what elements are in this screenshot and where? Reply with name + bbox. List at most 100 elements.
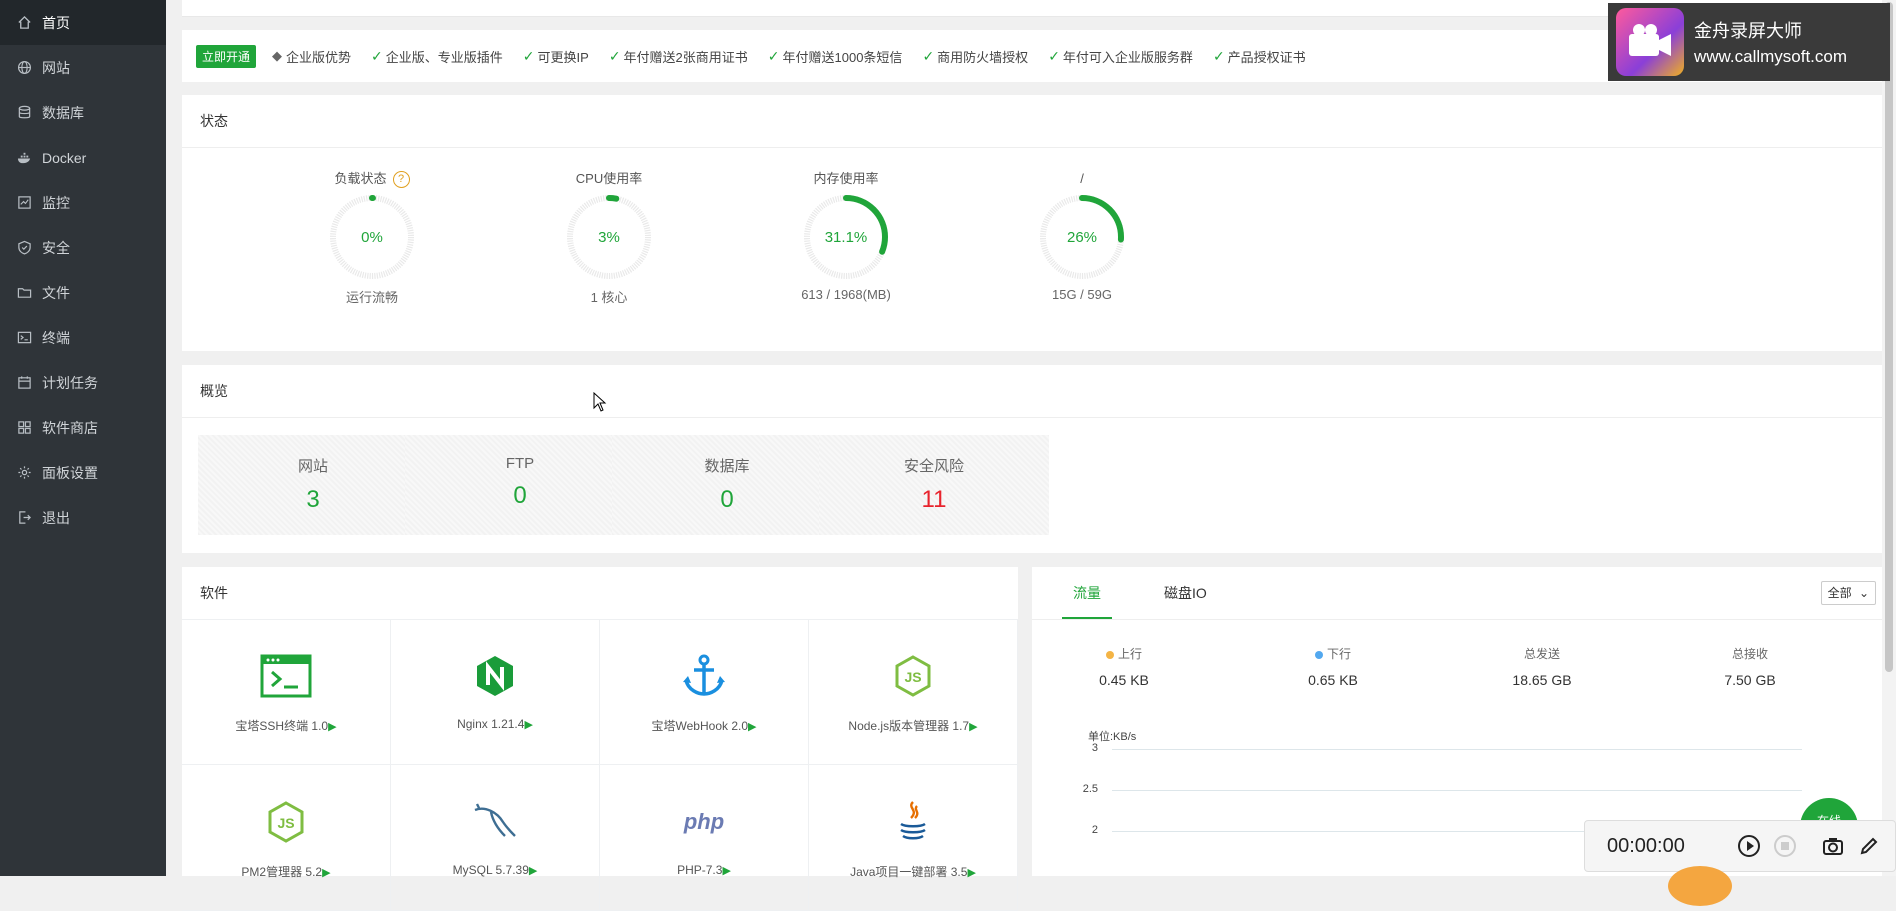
scrollbar[interactable] — [1882, 0, 1896, 876]
sidebar-item-label: 计划任务 — [42, 374, 98, 391]
nodejs-icon: JS — [809, 651, 1017, 701]
sidebar-item-9[interactable]: 软件商店 — [0, 405, 166, 450]
database-icon — [16, 105, 32, 121]
recording-time: 00:00:00 — [1607, 834, 1685, 857]
recorder-toolbar: 00:00:00 — [1584, 820, 1896, 872]
php-icon: php — [600, 797, 808, 847]
gear-icon — [16, 465, 32, 481]
nginx-icon — [391, 651, 599, 701]
sidebar-item-label: 软件商店 — [42, 419, 98, 436]
traffic-stat-value: 18.65 GB — [1512, 672, 1572, 688]
diamond-icon: ◆ — [272, 48, 283, 63]
home-icon — [16, 15, 32, 31]
watermark-name: 金舟录屏大师 — [1694, 21, 1802, 41]
mysql-icon — [391, 797, 599, 847]
gauge-ring: 0% — [330, 195, 414, 279]
svg-text:JS: JS — [277, 815, 294, 831]
sidebar-item-10[interactable]: 面板设置 — [0, 450, 166, 495]
play-icon[interactable] — [1735, 832, 1763, 860]
play-arrow-icon: ▶ — [722, 865, 731, 877]
scrollbar-thumb[interactable] — [1885, 2, 1893, 672]
overview-label: FTP — [505, 455, 535, 472]
promo-feature-text: 年付可入企业版服务群 — [1062, 49, 1193, 65]
play-arrow-icon: ▶ — [328, 721, 337, 733]
play-arrow-icon: ▶ — [967, 867, 976, 879]
terminal-app-icon — [182, 651, 390, 701]
overview-card: 概览 网站 3 FTP 0 数据库 0 安全风险 11 — [182, 365, 1882, 553]
software-item[interactable]: 宝塔WebHook 2.0▶ — [600, 619, 809, 765]
stop-icon[interactable] — [1771, 832, 1799, 860]
interface-select[interactable]: 全部 ⌄ — [1820, 581, 1876, 605]
software-item[interactable]: Nginx 1.21.4▶ — [391, 619, 600, 765]
sidebar-item-7[interactable]: 终端 — [0, 315, 166, 360]
gauge-2[interactable]: 内存使用率 31.1% 613 / 1968(MB) — [746, 169, 946, 302]
sidebar-item-3[interactable]: Docker — [0, 135, 166, 180]
sidebar-item-8[interactable]: 计划任务 — [0, 360, 166, 405]
legend-dot-icon — [1105, 650, 1114, 659]
sidebar-item-4[interactable]: 监控 — [0, 180, 166, 225]
camera-icon[interactable] — [1819, 832, 1847, 860]
gauge-label: 内存使用率 — [813, 171, 879, 186]
tab-traffic[interactable]: 流量 — [1062, 567, 1112, 619]
svg-text:JS: JS — [904, 669, 921, 685]
software-name: Node.js版本管理器 1.7▶ — [848, 719, 978, 733]
status-title: 状态 — [182, 95, 1882, 148]
check-icon: ✓ — [522, 47, 535, 64]
promo-feature-text: 年付赠送1000条短信 — [782, 49, 903, 65]
software-name: 宝塔WebHook 2.0▶ — [651, 719, 757, 733]
grid-line — [1112, 749, 1802, 750]
chevron-down-icon: ⌄ — [1858, 586, 1869, 600]
traffic-stat-value: 0.45 KB — [1099, 672, 1149, 688]
gauge-sub: 15G / 59G — [1052, 287, 1112, 302]
enterprise-title-text: 企业版优势 — [286, 49, 352, 65]
promo-feature: ✓ 企业版、专业版插件 — [371, 47, 503, 66]
sidebar: 首页网站数据库 Docker 监控 安全 文件 终端计划任务软件商店面板设置 退出 — [0, 0, 166, 876]
sidebar-item-1[interactable]: 网站 — [0, 45, 166, 90]
gauge-label: / — [1080, 171, 1084, 186]
software-item[interactable]: 宝塔SSH终端 1.0▶ — [182, 619, 391, 765]
promo-feature: ✓ 可更换IP — [523, 47, 589, 66]
gauge-value: 3% — [598, 229, 620, 246]
sidebar-item-5[interactable]: 安全 — [0, 225, 166, 270]
open-now-button[interactable]: 立即开通 — [196, 44, 257, 68]
gauge-3[interactable]: / 26% 15G / 59G — [982, 169, 1182, 302]
traffic-stat-value: 0.65 KB — [1308, 672, 1358, 688]
interface-select-value: 全部 — [1827, 586, 1852, 600]
check-icon: ✓ — [767, 47, 780, 64]
check-icon: ✓ — [1048, 47, 1060, 64]
sidebar-item-6[interactable]: 文件 — [0, 270, 166, 315]
overview-box-3[interactable]: 安全风险 11 — [819, 435, 1049, 535]
traffic-stat: 总接收 7.50 GB — [1670, 645, 1830, 688]
overview-box-1[interactable]: FTP 0 — [405, 435, 635, 535]
software-name: Java项目一键部署 3.5▶ — [850, 865, 976, 879]
pencil-icon[interactable] — [1855, 832, 1883, 860]
promo-feature-text: 年付赠送2张商用证书 — [623, 49, 748, 65]
y-tick-label: 2 — [1091, 824, 1098, 836]
gauge-1[interactable]: CPU使用率 3% 1 核心 — [509, 169, 709, 306]
tab-disk-io[interactable]: 磁盘IO — [1164, 567, 1207, 619]
gauge-ring: 3% — [567, 195, 651, 279]
promo-feature: ✓ 产品授权证书 — [1213, 47, 1306, 66]
gauge-0[interactable]: 负载状态? 0% 运行流畅 — [272, 169, 472, 306]
gauge-value: 0% — [361, 229, 383, 246]
help-icon[interactable]: ? — [392, 171, 410, 189]
gauge-value: 31.1% — [825, 229, 868, 246]
sidebar-item-label: 网站 — [42, 59, 70, 76]
software-item[interactable]: JS Node.js版本管理器 1.7▶ — [809, 619, 1018, 765]
software-item[interactable]: Java项目一键部署 3.5▶ — [809, 765, 1018, 911]
sidebar-item-11[interactable]: 退出 — [0, 495, 166, 540]
overview-box-0[interactable]: 网站 3 — [198, 435, 428, 535]
traffic-stat: 下行 0.65 KB — [1253, 645, 1413, 688]
software-name: PHP-7.3▶ — [677, 863, 731, 877]
overview-box-2[interactable]: 数据库 0 — [612, 435, 842, 535]
play-arrow-icon: ▶ — [748, 721, 757, 733]
software-item[interactable]: php PHP-7.3▶ — [600, 765, 809, 911]
software-item[interactable]: MySQL 5.7.39▶ — [391, 765, 600, 911]
overview-label: 安全风险 — [903, 458, 964, 475]
software-item[interactable]: JS PM2管理器 5.2▶ — [182, 765, 391, 911]
sidebar-item-0[interactable]: 首页 — [0, 0, 166, 45]
monitor-icon — [16, 195, 32, 211]
orange-floating-button[interactable] — [1668, 866, 1732, 906]
software-name: Nginx 1.21.4▶ — [457, 717, 533, 731]
sidebar-item-2[interactable]: 数据库 — [0, 90, 166, 135]
